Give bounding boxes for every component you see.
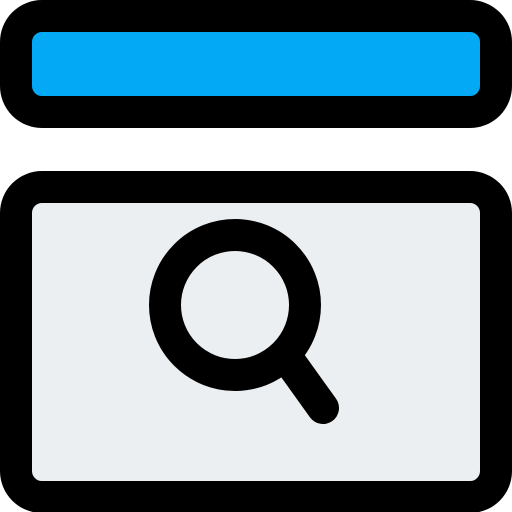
browser-search-icon — [0, 0, 512, 512]
browser-search-svg — [0, 0, 512, 512]
header-bar — [0, 0, 512, 128]
